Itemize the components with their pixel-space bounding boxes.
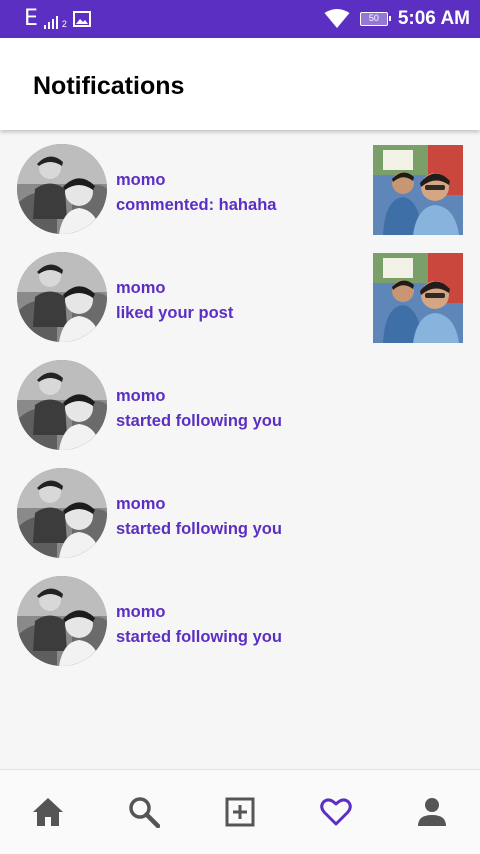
notification-text: momo started following you: [116, 492, 282, 542]
avatar[interactable]: [17, 576, 107, 666]
notification-item[interactable]: momo commented: hahaha: [0, 138, 480, 246]
notification-message: started following you: [116, 628, 282, 646]
status-bar-left: E 2: [24, 6, 91, 32]
notification-message: started following you: [116, 412, 282, 430]
post-thumbnail[interactable]: [373, 253, 463, 343]
nav-add-post-button[interactable]: [216, 788, 264, 836]
notification-message: started following you: [116, 520, 282, 538]
notification-item[interactable]: momo started following you: [0, 462, 480, 570]
notification-message: liked your post: [116, 304, 234, 322]
notification-text: momo commented: hahaha: [116, 168, 276, 218]
notification-username[interactable]: momo: [116, 600, 282, 625]
add-post-icon: [225, 797, 255, 827]
notification-text: momo started following you: [116, 600, 282, 650]
avatar[interactable]: [17, 468, 107, 558]
post-thumbnail[interactable]: [373, 145, 463, 235]
search-icon: [129, 797, 160, 828]
nav-search-button[interactable]: [120, 788, 168, 836]
home-icon: [33, 798, 63, 826]
notification-text: momo started following you: [116, 384, 282, 434]
profile-icon: [418, 798, 446, 826]
notification-item[interactable]: momo started following you: [0, 354, 480, 462]
signal-icon: [43, 15, 58, 29]
notification-message: commented: hahaha: [116, 196, 277, 214]
notification-username[interactable]: momo: [116, 276, 233, 301]
notification-item[interactable]: momo started following you: [0, 570, 480, 678]
page-title: Notifications: [33, 72, 185, 100]
notification-list: momo commented: hahaha momo liked your p…: [0, 138, 480, 678]
nav-home-button[interactable]: [24, 788, 72, 836]
status-bar: E 2 50 5:06 AM: [0, 0, 480, 38]
notification-username[interactable]: momo: [116, 168, 276, 193]
bottom-navigation: [0, 769, 480, 854]
notification-text: momo liked your post: [116, 276, 233, 326]
nav-profile-button[interactable]: [408, 788, 456, 836]
wifi-icon: [324, 9, 350, 28]
avatar[interactable]: [17, 360, 107, 450]
app-bar: Notifications: [0, 38, 480, 130]
nav-notifications-button[interactable]: [312, 788, 360, 836]
notification-username[interactable]: momo: [116, 384, 282, 409]
notification-item[interactable]: momo liked your post: [0, 246, 480, 354]
avatar[interactable]: [17, 252, 107, 342]
heart-icon: [320, 798, 352, 826]
battery-icon: 50: [359, 12, 391, 26]
sim-slot-label: 2: [61, 19, 67, 29]
status-bar-right: 50 5:06 AM: [324, 5, 470, 33]
image-icon: [72, 11, 91, 27]
notification-username[interactable]: momo: [116, 492, 282, 517]
clock: 5:06 AM: [397, 8, 470, 29]
avatar[interactable]: [17, 144, 107, 234]
network-type-label: E: [24, 6, 38, 31]
